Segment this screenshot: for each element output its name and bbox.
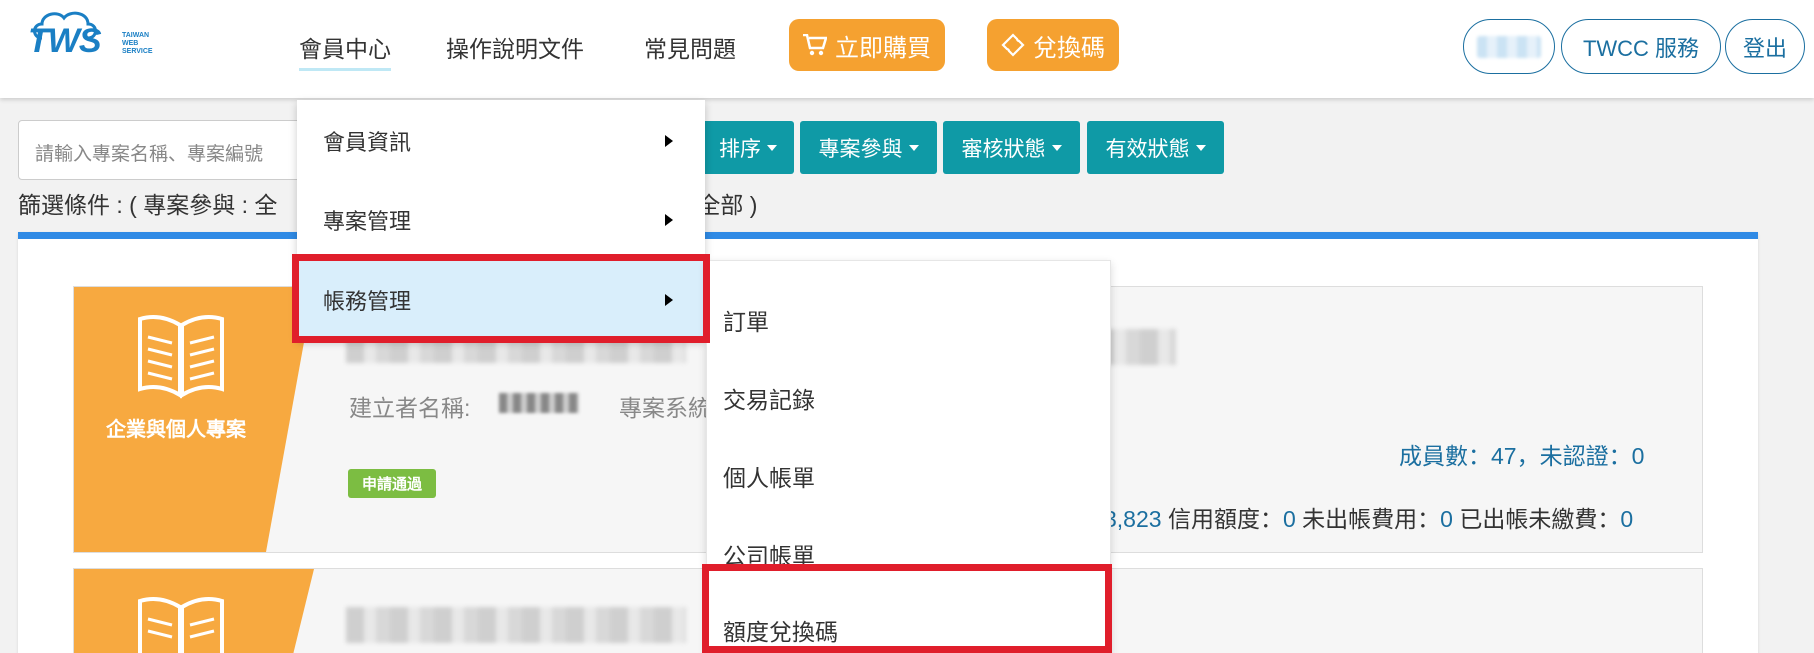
submenu-item-transactions[interactable]: 交易記錄 xyxy=(707,359,1112,437)
caret-down-icon xyxy=(1195,144,1206,151)
validity-status-dropdown[interactable]: 有效狀態 xyxy=(1087,121,1224,174)
redeem-code-label: 兌換碼 xyxy=(1033,34,1105,62)
participation-dropdown[interactable]: 專案參與 xyxy=(800,121,937,174)
project-system-label: 專案系統 xyxy=(619,395,711,421)
book-icon xyxy=(138,597,224,653)
participation-label: 專案參與 xyxy=(818,137,903,161)
credit-value: 0 xyxy=(1282,506,1296,532)
highlight-box-redeem-code xyxy=(702,564,1112,653)
project-search-input[interactable]: 請輸入專案名稱、專案編號 xyxy=(18,120,318,180)
caret-down-icon xyxy=(767,144,777,151)
submenu-item-orders[interactable]: 訂單 xyxy=(707,281,1112,359)
project-type-badge: 企業與個人專案 xyxy=(74,287,314,552)
credit-label: 信用額度： xyxy=(1167,506,1283,532)
submenu-item-personal-bill[interactable]: 個人帳單 xyxy=(707,437,1112,515)
unbilled-value: 0 xyxy=(1440,506,1453,532)
caret-right-icon xyxy=(665,214,673,226)
nav-member-center[interactable]: 會員中心 xyxy=(299,30,391,71)
cart-icon xyxy=(803,34,827,56)
member-stats: 成員數：47，未認證：0 xyxy=(1399,437,1644,471)
project-type-label: 企業與個人專案 xyxy=(106,419,246,441)
highlight-box-billing xyxy=(292,254,710,343)
caret-right-icon xyxy=(665,135,673,147)
caret-down-icon xyxy=(1051,144,1062,151)
unverified-label: ，未認證： xyxy=(1516,443,1632,469)
buy-now-label: 立即購買 xyxy=(835,34,931,62)
user-account-button[interactable] xyxy=(1463,19,1555,74)
buy-now-button[interactable]: 立即購買 xyxy=(789,19,945,71)
creator-name-blurred xyxy=(499,393,579,413)
sort-label: 排序 xyxy=(719,137,761,161)
project-type-badge xyxy=(74,569,314,653)
redeem-code-button[interactable]: 兌換碼 xyxy=(987,19,1119,71)
menu-item-label: 專案管理 xyxy=(323,209,412,234)
creator-label: 建立者名稱: xyxy=(349,395,471,421)
review-status-dropdown[interactable]: 審核狀態 xyxy=(943,121,1080,174)
billing-stats: 3,823 信用額度：0 未出帳費用：0 已出帳未繳費：0 xyxy=(1104,500,1633,534)
menu-item-label: 會員資訊 xyxy=(323,130,412,155)
logout-button[interactable]: 登出 xyxy=(1725,19,1805,74)
filter-summary-end: 全部 ) xyxy=(697,192,758,218)
tws-logo[interactable]: TWS TAIWAN WEB SERVICE xyxy=(22,11,162,64)
twcc-service-button[interactable]: TWCC 服務 xyxy=(1561,19,1721,74)
unbilled-label: 未出帳費用： xyxy=(1302,506,1441,532)
unverified-value: 0 xyxy=(1631,443,1645,469)
nav-docs[interactable]: 操作說明文件 xyxy=(446,30,584,64)
validity-status-label: 有效狀態 xyxy=(1105,137,1190,161)
caret-down-icon xyxy=(908,144,919,151)
members-label: 成員數： xyxy=(1399,443,1491,469)
billed-unpaid-value: 0 xyxy=(1620,506,1634,532)
logo-brand: TWS xyxy=(28,22,102,60)
members-value: 47 xyxy=(1491,443,1517,469)
amount-value: 3,823 xyxy=(1104,506,1162,532)
nav-faq[interactable]: 常見問題 xyxy=(644,30,736,64)
review-status-label: 審核狀態 xyxy=(961,137,1046,161)
logo-subtext: TAIWAN WEB SERVICE xyxy=(122,32,153,55)
project-title-blurred xyxy=(346,607,686,643)
menu-item-project-management[interactable]: 專案管理 xyxy=(297,181,705,259)
filter-summary-start: 篩選條件 : ( 專案參與 : 全 xyxy=(18,192,278,218)
ticket-icon xyxy=(1001,33,1025,57)
billed-unpaid-label: 已出帳未繳費： xyxy=(1459,506,1621,532)
top-header: TWS TAIWAN WEB SERVICE 會員中心 操作說明文件 常見問題 … xyxy=(0,0,1814,98)
book-icon xyxy=(138,315,224,399)
user-name-blurred xyxy=(1477,35,1541,58)
menu-item-member-info[interactable]: 會員資訊 xyxy=(297,102,705,180)
sort-dropdown[interactable]: 排序 xyxy=(702,121,794,174)
status-badge: 申請通過 xyxy=(348,469,437,498)
